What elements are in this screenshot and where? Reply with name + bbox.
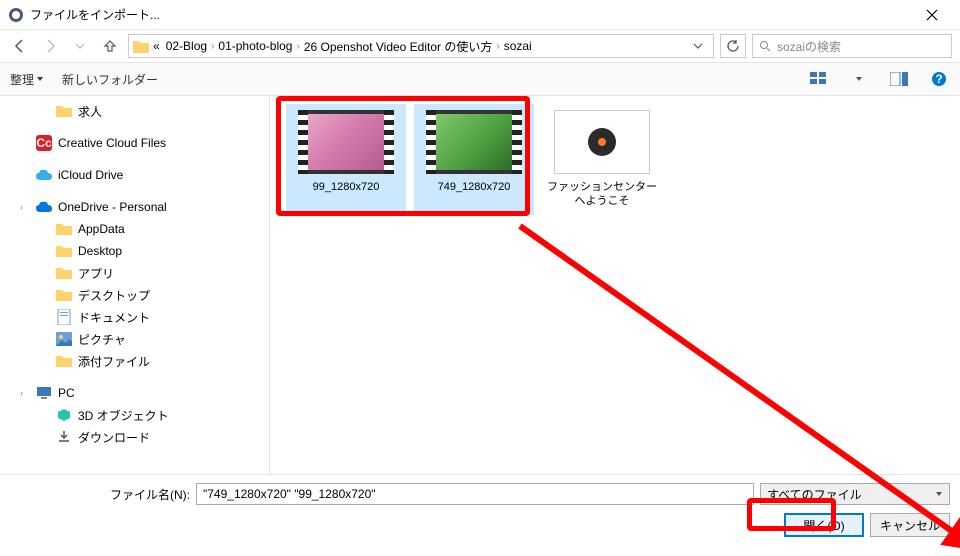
tree-item[interactable]: ドキュメント — [0, 306, 269, 328]
breadcrumb-dropdown[interactable] — [693, 41, 709, 51]
file-label: 99_1280x720 — [313, 180, 380, 194]
breadcrumb-item[interactable]: sozai — [502, 39, 534, 53]
file-label: 749_1280x720 — [438, 180, 511, 194]
tree-item[interactable]: ピクチャ — [0, 328, 269, 350]
view-mode-thumbnails[interactable] — [808, 68, 830, 90]
tree-item[interactable]: アプリ — [0, 262, 269, 284]
tree-item[interactable]: デスクトップ — [0, 284, 269, 306]
main-area: 求人 Cc Creative Cloud Files iCloud Drive ›One… — [0, 96, 960, 474]
titlebar: ファイルをインポート... — [0, 0, 960, 30]
tree-item[interactable]: ダウンロード — [0, 426, 269, 448]
pc-icon — [36, 385, 52, 401]
file-thumbnail — [554, 110, 650, 174]
search-input[interactable]: sozaiの検索 — [752, 34, 952, 58]
newfolder-button[interactable]: 新しいフォルダー — [62, 71, 158, 88]
folder-icon — [56, 103, 72, 119]
tree-label: 求人 — [78, 103, 102, 120]
breadcrumb-item[interactable]: 02-Blog — [164, 39, 209, 53]
tree-item[interactable]: ›OneDrive - Personal — [0, 196, 269, 218]
tree-item[interactable]: 求人 — [0, 100, 269, 122]
tree-label: ピクチャ — [78, 331, 126, 348]
tree-item[interactable]: 添付ファイル — [0, 350, 269, 372]
tree-item[interactable]: Desktop — [0, 240, 269, 262]
breadcrumb-prefix[interactable]: « — [151, 39, 162, 53]
tree-item[interactable]: AppData — [0, 218, 269, 240]
download-icon — [56, 429, 72, 445]
tree-panel[interactable]: 求人 Cc Creative Cloud Files iCloud Drive ›One… — [0, 96, 270, 474]
tree-item[interactable]: iCloud Drive — [0, 164, 269, 186]
search-placeholder: sozaiの検索 — [777, 38, 841, 55]
tree-label: 3D オブジェクト — [78, 407, 169, 424]
close-button[interactable] — [912, 1, 952, 29]
folder-icon — [56, 287, 72, 303]
filetype-filter[interactable]: すべてのファイル — [760, 483, 950, 505]
chevron-down-icon — [935, 490, 943, 498]
forward-button[interactable] — [38, 34, 62, 58]
window-title: ファイルをインポート... — [30, 6, 912, 23]
tree-item[interactable]: 3D オブジェクト — [0, 404, 269, 426]
toolbar: 整理 新しいフォルダー ? — [0, 62, 960, 96]
onedrive-icon — [36, 199, 52, 215]
file-item[interactable]: 99_1280x720 — [286, 104, 406, 215]
file-item[interactable]: ファッションセンターへようこそ — [542, 104, 662, 215]
up-button[interactable] — [98, 34, 122, 58]
search-icon — [759, 40, 771, 52]
breadcrumb-item[interactable]: 01-photo-blog — [216, 39, 294, 53]
tree-item[interactable]: Cc Creative Cloud Files — [0, 132, 269, 154]
folder-icon — [56, 265, 72, 281]
folder-icon — [56, 221, 72, 237]
chevron-right-icon: › — [296, 41, 299, 52]
svg-text:?: ? — [935, 72, 942, 86]
filename-label: ファイル名(N): — [10, 486, 190, 503]
file-item[interactable]: 749_1280x720 — [414, 104, 534, 215]
help-button[interactable]: ? — [928, 68, 950, 90]
folder-icon — [56, 243, 72, 259]
tree-label: PC — [58, 386, 75, 400]
tree-label: AppData — [78, 222, 125, 236]
tree-label: ダウンロード — [78, 429, 150, 446]
breadcrumb[interactable]: « 02-Blog › 01-photo-blog › 26 Openshot … — [128, 34, 714, 58]
app-icon — [8, 7, 24, 23]
file-list[interactable]: 99_1280x720 749_1280x720 ファッションセンターへようこそ — [270, 96, 960, 474]
folder-icon — [56, 353, 72, 369]
back-button[interactable] — [8, 34, 32, 58]
video-thumbnail — [426, 110, 522, 174]
cc-icon: Cc — [36, 135, 52, 151]
cancel-button[interactable]: キャンセル — [870, 513, 950, 537]
tree-label: Desktop — [78, 244, 122, 258]
organize-menu[interactable]: 整理 — [10, 71, 44, 88]
pic-icon — [56, 331, 72, 347]
filename-input[interactable] — [196, 483, 754, 505]
chevron-right-icon: › — [211, 41, 214, 52]
folder-icon — [133, 39, 149, 53]
icloud-icon — [36, 167, 52, 183]
tree-label: アプリ — [78, 265, 114, 282]
chevron-right-icon: › — [496, 41, 499, 52]
tree-label: Creative Cloud Files — [58, 136, 166, 150]
doc-icon — [56, 309, 72, 325]
video-thumbnail — [298, 110, 394, 174]
breadcrumb-item[interactable]: 26 Openshot Video Editor の使い方 — [302, 38, 495, 55]
refresh-button[interactable] — [720, 34, 746, 58]
navbar: « 02-Blog › 01-photo-blog › 26 Openshot … — [0, 30, 960, 62]
tree-label: iCloud Drive — [58, 168, 123, 182]
open-button[interactable]: 開く(O) — [784, 513, 864, 537]
svg-text:Cc: Cc — [36, 136, 52, 150]
tree-label: デスクトップ — [78, 287, 150, 304]
tree-label: OneDrive - Personal — [58, 200, 167, 214]
tree-label: 添付ファイル — [78, 353, 150, 370]
view-dropdown[interactable] — [848, 68, 870, 90]
file-label: ファッションセンターへようこそ — [546, 180, 658, 209]
tree-item[interactable]: ›PC — [0, 382, 269, 404]
bottom-panel: ファイル名(N): すべてのファイル 開く(O) キャンセル — [0, 474, 960, 545]
3d-icon — [56, 407, 72, 423]
tree-label: ドキュメント — [78, 309, 150, 326]
preview-pane-toggle[interactable] — [888, 68, 910, 90]
history-dropdown[interactable] — [68, 34, 92, 58]
